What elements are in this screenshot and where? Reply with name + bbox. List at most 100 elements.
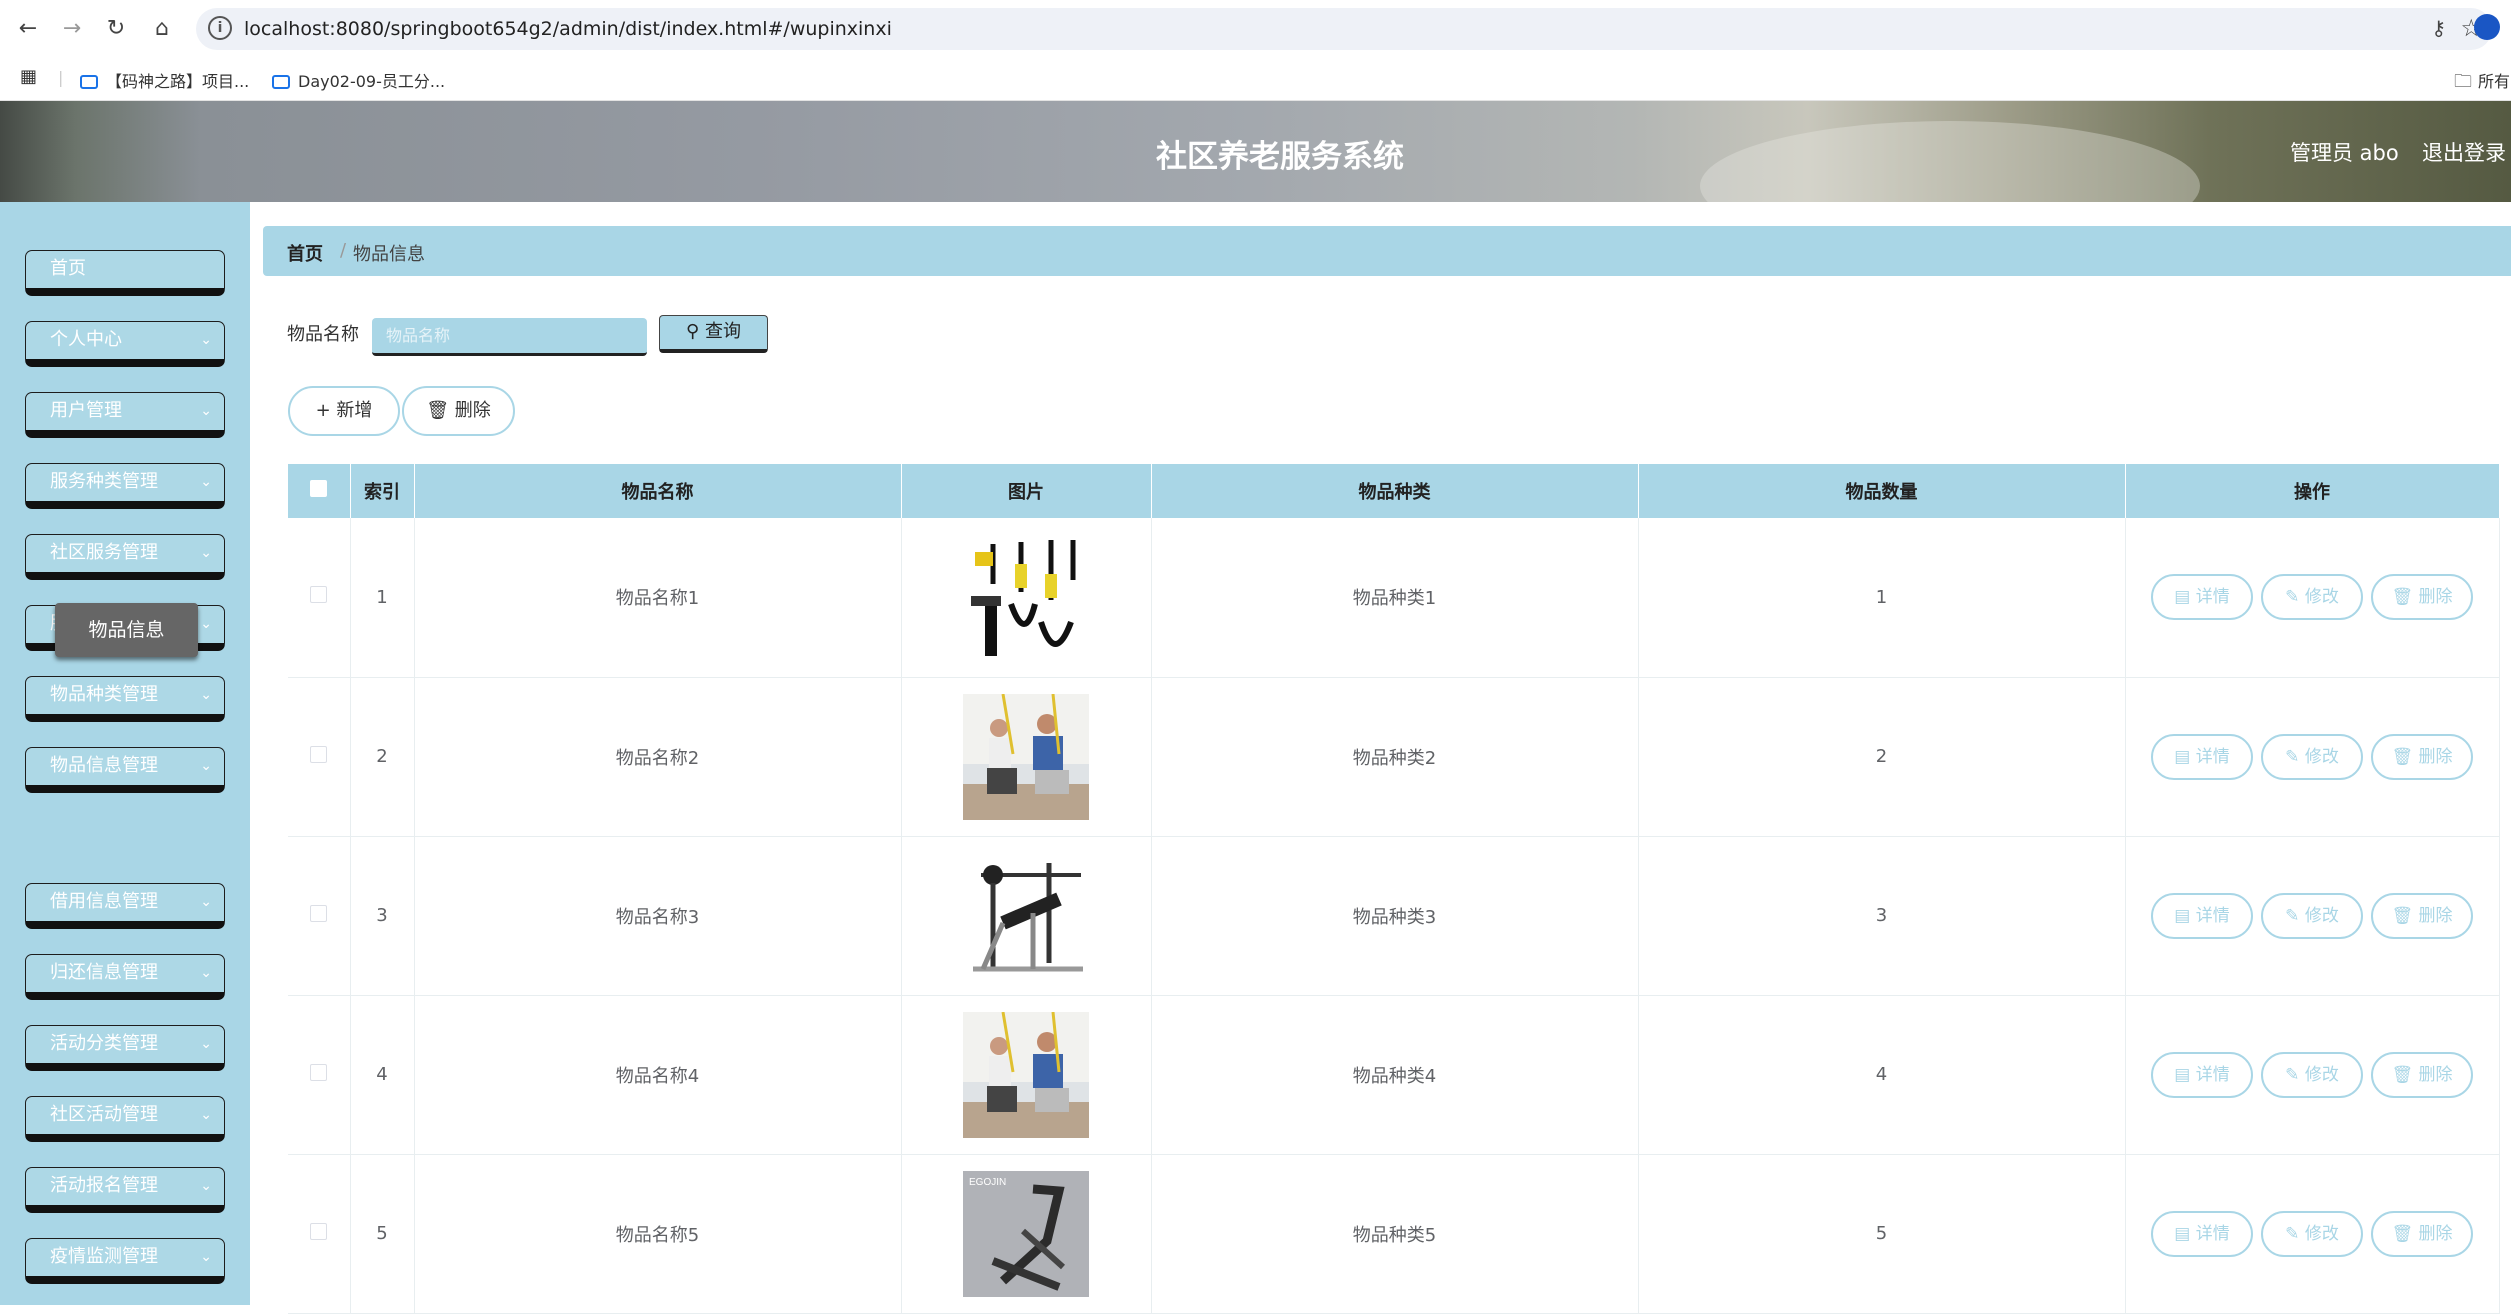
- edit-button[interactable]: ✎ 修改: [2261, 574, 2363, 621]
- row-delete-button[interactable]: 🗑 删除: [2371, 574, 2473, 621]
- detail-button[interactable]: ▤ 详情: [2151, 1051, 2253, 1098]
- row-checkbox[interactable]: [310, 904, 328, 922]
- row-goods-name: 物品名称3: [414, 836, 902, 996]
- home-icon[interactable]: ⌂: [146, 14, 178, 44]
- sidebar-item-label: 个人中心: [50, 329, 122, 350]
- all-bookmarks[interactable]: 🗀 所有: [2454, 68, 2510, 99]
- goods-thumbnail[interactable]: [963, 693, 1089, 820]
- column-header-image: 图片: [901, 464, 1152, 518]
- edit-button[interactable]: ✎ 修改: [2261, 1210, 2363, 1257]
- bookmark-label: 【码神之路】项目...: [106, 72, 250, 91]
- sidebar-item-label: 活动分类管理: [50, 1033, 158, 1054]
- trash-icon: 🗑: [2391, 1223, 2419, 1244]
- table-row[interactable]: 4 物品名称4 物品种类4 4 ▤ 详情 ✎ 修改 🗑 删除: [288, 995, 2500, 1155]
- sidebar-item-borrow-info[interactable]: 借用信息管理 ⌄: [25, 883, 225, 929]
- detail-button[interactable]: ▤ 详情: [2151, 574, 2253, 621]
- column-header-category: 物品种类: [1151, 464, 1639, 518]
- bookmarks-bar: ▦ | 【码神之路】项目... Day02-09-员工分... 🗀 所有: [0, 58, 2511, 101]
- sidebar-item-service-type[interactable]: 服务种类管理 ⌄: [25, 463, 225, 509]
- row-select-cell: [288, 995, 351, 1155]
- goods-thumbnail[interactable]: [963, 1011, 1089, 1138]
- row-checkbox[interactable]: [310, 586, 328, 604]
- sidebar-item-epidemic-monitor[interactable]: 疫情监测管理 ⌄: [25, 1238, 225, 1284]
- address-bar[interactable]: i localhost:8080/springboot654g2/admin/d…: [196, 8, 2492, 50]
- goods-thumbnail[interactable]: [963, 852, 1089, 979]
- row-checkbox[interactable]: [310, 745, 328, 763]
- trash-icon: 🗑: [2391, 587, 2419, 608]
- detail-label: 详情: [2195, 1064, 2230, 1085]
- row-delete-label: 删除: [2418, 1223, 2453, 1244]
- edit-button[interactable]: ✎ 修改: [2261, 733, 2363, 780]
- goods-thumbnail[interactable]: [963, 534, 1089, 661]
- row-delete-button[interactable]: 🗑 删除: [2371, 892, 2473, 939]
- select-all-checkbox[interactable]: [310, 480, 328, 497]
- column-header-actions: 操作: [2125, 464, 2500, 518]
- add-button[interactable]: + 新增: [288, 386, 400, 436]
- goods-thumbnail[interactable]: EGOJIN: [963, 1170, 1089, 1297]
- sidebar-item-personal-center[interactable]: 个人中心 ⌄: [25, 321, 225, 367]
- detail-button[interactable]: ▤ 详情: [2151, 892, 2253, 939]
- sidebar-item-goods-type[interactable]: 物品种类管理 ⌄: [25, 676, 225, 722]
- pencil-icon: ✎: [2285, 746, 2305, 767]
- document-icon: ▤: [2174, 1223, 2196, 1244]
- row-checkbox[interactable]: [310, 1222, 328, 1240]
- chevron-down-icon: ⌄: [200, 403, 212, 419]
- url-text[interactable]: localhost:8080/springboot654g2/admin/dis…: [244, 18, 892, 40]
- table-row[interactable]: 2 物品名称2 物品种类2 2 ▤ 详情 ✎ 修改 🗑 删除: [288, 677, 2500, 837]
- row-checkbox[interactable]: [310, 1063, 328, 1081]
- chevron-down-icon: ⌄: [200, 1107, 212, 1123]
- detail-label: 详情: [2195, 1223, 2230, 1244]
- password-key-icon[interactable]: ⚷: [2431, 16, 2446, 40]
- bookmark-item[interactable]: Day02-09-员工分...: [272, 68, 445, 92]
- sidebar-item-user-management[interactable]: 用户管理 ⌄: [25, 392, 225, 438]
- row-delete-button[interactable]: 🗑 删除: [2371, 733, 2473, 780]
- profile-avatar-icon[interactable]: [2474, 14, 2500, 40]
- row-goods-category: 物品种类1: [1151, 518, 1639, 678]
- apps-grid-icon[interactable]: ▦: [20, 66, 37, 87]
- sidebar-item-activity-signup[interactable]: 活动报名管理 ⌄: [25, 1167, 225, 1213]
- row-actions-cell: ▤ 详情 ✎ 修改 🗑 删除: [2125, 677, 2500, 837]
- add-button-label: 新增: [336, 400, 373, 421]
- sidebar-item-label: 借用信息管理: [50, 891, 158, 912]
- search-button-label: 查询: [704, 321, 741, 342]
- goods-table: 索引 物品名称 图片 物品种类 物品数量 操作 1 物品名称1 物品种类1 1 ▤ 详情…: [288, 464, 2500, 1314]
- detail-label: 详情: [2195, 746, 2230, 767]
- sidebar-item-goods-info[interactable]: 物品信息管理 ⌄: [25, 747, 225, 793]
- sidebar-item-return-info[interactable]: 归还信息管理 ⌄: [25, 954, 225, 1000]
- table-row[interactable]: 5 物品名称5 EGOJIN 物品种类5 5 ▤ 详情 ✎ 修改 🗑 删除: [288, 1154, 2500, 1314]
- table-row[interactable]: 3 物品名称3 物品种类3 3 ▤ 详情 ✎ 修改 🗑 删除: [288, 836, 2500, 996]
- logout-link[interactable]: 退出登录: [2422, 137, 2506, 167]
- edit-button[interactable]: ✎ 修改: [2261, 1051, 2363, 1098]
- site-info-icon[interactable]: i: [208, 16, 232, 40]
- row-delete-label: 删除: [2418, 1064, 2453, 1085]
- search-label: 物品名称: [287, 324, 359, 345]
- pencil-icon: ✎: [2285, 587, 2305, 608]
- sidebar-subitem-goods-info[interactable]: 物品信息: [55, 603, 198, 657]
- sidebar-item-activity-category[interactable]: 活动分类管理 ⌄: [25, 1025, 225, 1071]
- breadcrumb: 首页 / 物品信息: [263, 226, 2511, 276]
- current-user: 管理员 abo: [2290, 141, 2399, 165]
- bookmark-item[interactable]: 【码神之路】项目...: [80, 68, 249, 92]
- forward-icon[interactable]: →: [56, 14, 88, 44]
- search-input[interactable]: [372, 318, 647, 356]
- edit-button[interactable]: ✎ 修改: [2261, 892, 2363, 939]
- sidebar-item-community-activity[interactable]: 社区活动管理 ⌄: [25, 1096, 225, 1142]
- sidebar-item-community-service[interactable]: 社区服务管理 ⌄: [25, 534, 225, 580]
- sidebar-item-home[interactable]: 首页: [25, 250, 225, 296]
- detail-button[interactable]: ▤ 详情: [2151, 1210, 2253, 1257]
- reload-icon[interactable]: ↻: [100, 14, 132, 44]
- row-goods-name: 物品名称4: [414, 995, 902, 1155]
- table-row[interactable]: 1 物品名称1 物品种类1 1 ▤ 详情 ✎ 修改 🗑 删除: [288, 518, 2500, 678]
- batch-delete-button[interactable]: 🗑 删除: [402, 386, 515, 436]
- chevron-down-icon: ⌄: [200, 1178, 212, 1194]
- breadcrumb-home[interactable]: 首页: [287, 240, 323, 266]
- browser-nav-row: ← → ↻ ⌂ i localhost:8080/springboot654g2…: [0, 0, 2511, 58]
- back-icon[interactable]: ←: [12, 14, 44, 44]
- row-delete-button[interactable]: 🗑 删除: [2371, 1051, 2473, 1098]
- pencil-icon: ✎: [2285, 1223, 2305, 1244]
- row-delete-button[interactable]: 🗑 删除: [2371, 1210, 2473, 1257]
- folder-icon: 🗀: [2454, 71, 2472, 92]
- detail-button[interactable]: ▤ 详情: [2151, 733, 2253, 780]
- sidebar-item-label: 用户管理: [50, 400, 122, 421]
- search-button[interactable]: ⚲ 查询: [659, 315, 768, 353]
